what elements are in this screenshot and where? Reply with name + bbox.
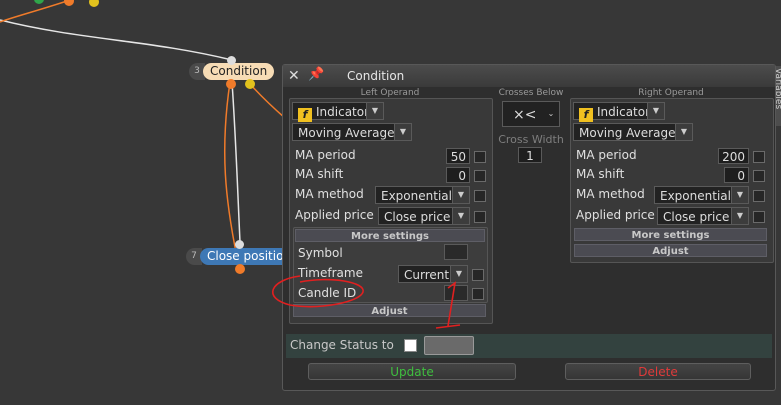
- annotation-circle: [271, 275, 364, 308]
- annotation-overlay: 1: [271, 275, 461, 329]
- annotation-digit-one: [435, 281, 461, 329]
